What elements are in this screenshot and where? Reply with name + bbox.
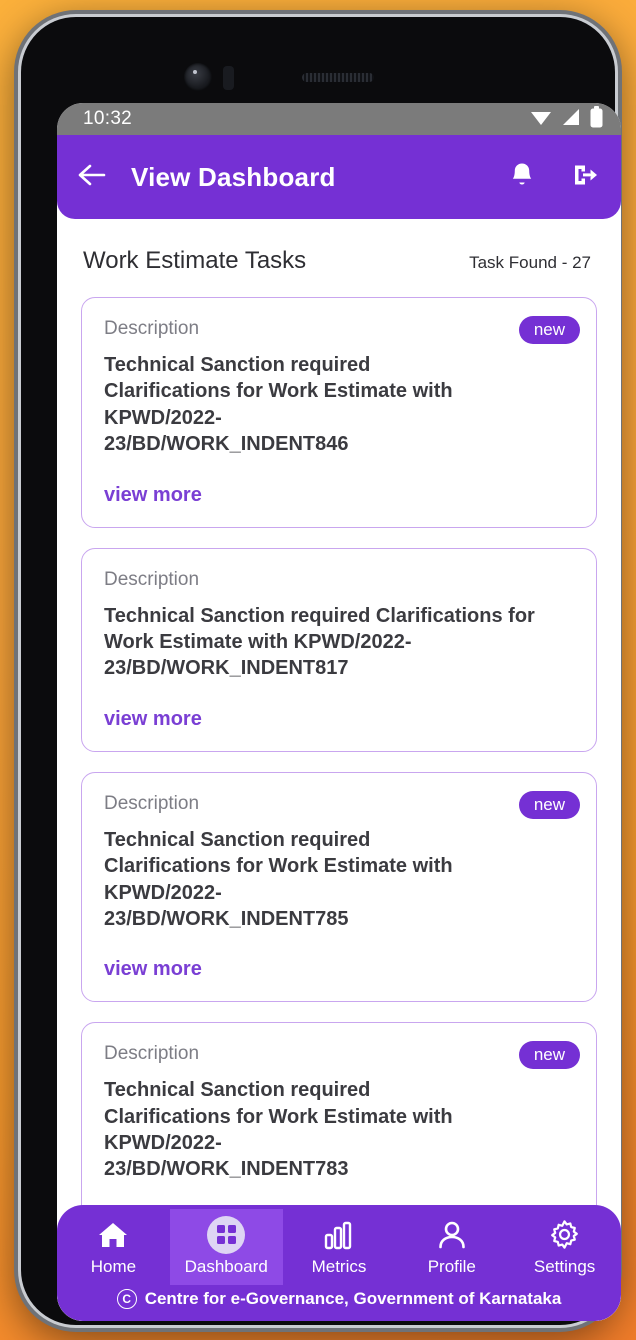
wifi-icon xyxy=(530,108,552,131)
gear-icon xyxy=(549,1218,580,1252)
card-description: Technical Sanction required Clarificatio… xyxy=(104,828,453,930)
card-label: Description xyxy=(104,792,200,814)
back-arrow-icon xyxy=(77,163,107,192)
status-badge: new xyxy=(518,1041,580,1070)
nav-item-settings[interactable]: Settings xyxy=(508,1209,621,1285)
nav-item-dashboard[interactable]: Dashboard xyxy=(169,1209,283,1285)
status-bar-icons xyxy=(530,105,603,133)
phone-body: 10:32 View Dashboard Work Estimate Tasks… xyxy=(21,17,621,1325)
status-badge: new xyxy=(518,790,580,819)
card-label: Description xyxy=(104,318,200,339)
battery-icon xyxy=(590,105,603,133)
phone-frame: 10:32 View Dashboard Work Estimate Tasks… xyxy=(14,10,622,1332)
card-label: Description xyxy=(104,568,200,590)
logout-icon[interactable] xyxy=(571,162,599,193)
card-label: Description xyxy=(104,1043,200,1065)
proximity-sensor-icon xyxy=(223,66,234,90)
app-bar-actions xyxy=(509,161,599,194)
section-header: Work Estimate Tasks Task Found - 27 xyxy=(81,219,597,297)
footer-copyright: C Centre for e-Governance, Government of… xyxy=(57,1285,621,1321)
nav-item-home[interactable]: Home xyxy=(57,1209,170,1285)
section-title: Work Estimate Tasks xyxy=(83,247,307,274)
nav-label: Metrics xyxy=(311,1256,367,1276)
footer-text: Centre for e-Governance, Government of K… xyxy=(144,1289,562,1308)
nav-label: Dashboard xyxy=(184,1256,268,1276)
signal-icon xyxy=(561,108,581,131)
phone-hardware-row xyxy=(21,61,615,95)
person-icon xyxy=(437,1218,467,1252)
bell-icon[interactable] xyxy=(509,161,535,194)
grid-icon xyxy=(207,1215,246,1254)
card-description: Technical Sanction required Clarificatio… xyxy=(104,354,453,456)
status-badge: new xyxy=(518,316,580,344)
nav-item-profile[interactable]: Profile xyxy=(395,1209,508,1285)
nav-item-metrics[interactable]: Metrics xyxy=(283,1209,396,1285)
nav-label: Profile xyxy=(427,1256,476,1276)
task-card[interactable]: Description Technical Sanction required … xyxy=(81,547,597,752)
task-card[interactable]: new Description Technical Sanction requi… xyxy=(81,771,597,1003)
status-bar: 10:32 xyxy=(57,103,621,135)
main-content: Work Estimate Tasks Task Found - 27 new … xyxy=(57,219,621,1321)
nav-label: Home xyxy=(90,1256,137,1276)
card-description: Technical Sanction required Clarificatio… xyxy=(104,1079,453,1181)
phone-frame-rim: 10:32 View Dashboard Work Estimate Tasks… xyxy=(18,14,621,1328)
front-camera-icon xyxy=(184,63,212,91)
copyright-icon: C xyxy=(116,1289,137,1309)
view-more-link[interactable]: view more xyxy=(104,958,574,981)
view-more-link[interactable]: view more xyxy=(104,708,574,731)
bar-chart-icon xyxy=(324,1218,354,1252)
status-bar-time: 10:32 xyxy=(83,108,133,129)
phone-screen: 10:32 View Dashboard Work Estimate Tasks… xyxy=(57,103,621,1321)
back-button[interactable] xyxy=(77,163,117,192)
bottom-navigation: Home Dashboard Metrics Profile Settings … xyxy=(57,1205,621,1321)
task-count-label: Task Found - 27 xyxy=(469,253,591,272)
card-description: Technical Sanction required Clarificatio… xyxy=(104,604,535,680)
task-card[interactable]: new Description Technical Sanction requi… xyxy=(81,297,597,528)
page-title: View Dashboard xyxy=(131,161,336,192)
home-icon xyxy=(97,1218,129,1252)
app-bar: View Dashboard xyxy=(57,135,621,219)
view-more-link[interactable]: view more xyxy=(104,484,574,507)
nav-label: Settings xyxy=(533,1256,596,1276)
earpiece-speaker-icon xyxy=(302,73,374,82)
